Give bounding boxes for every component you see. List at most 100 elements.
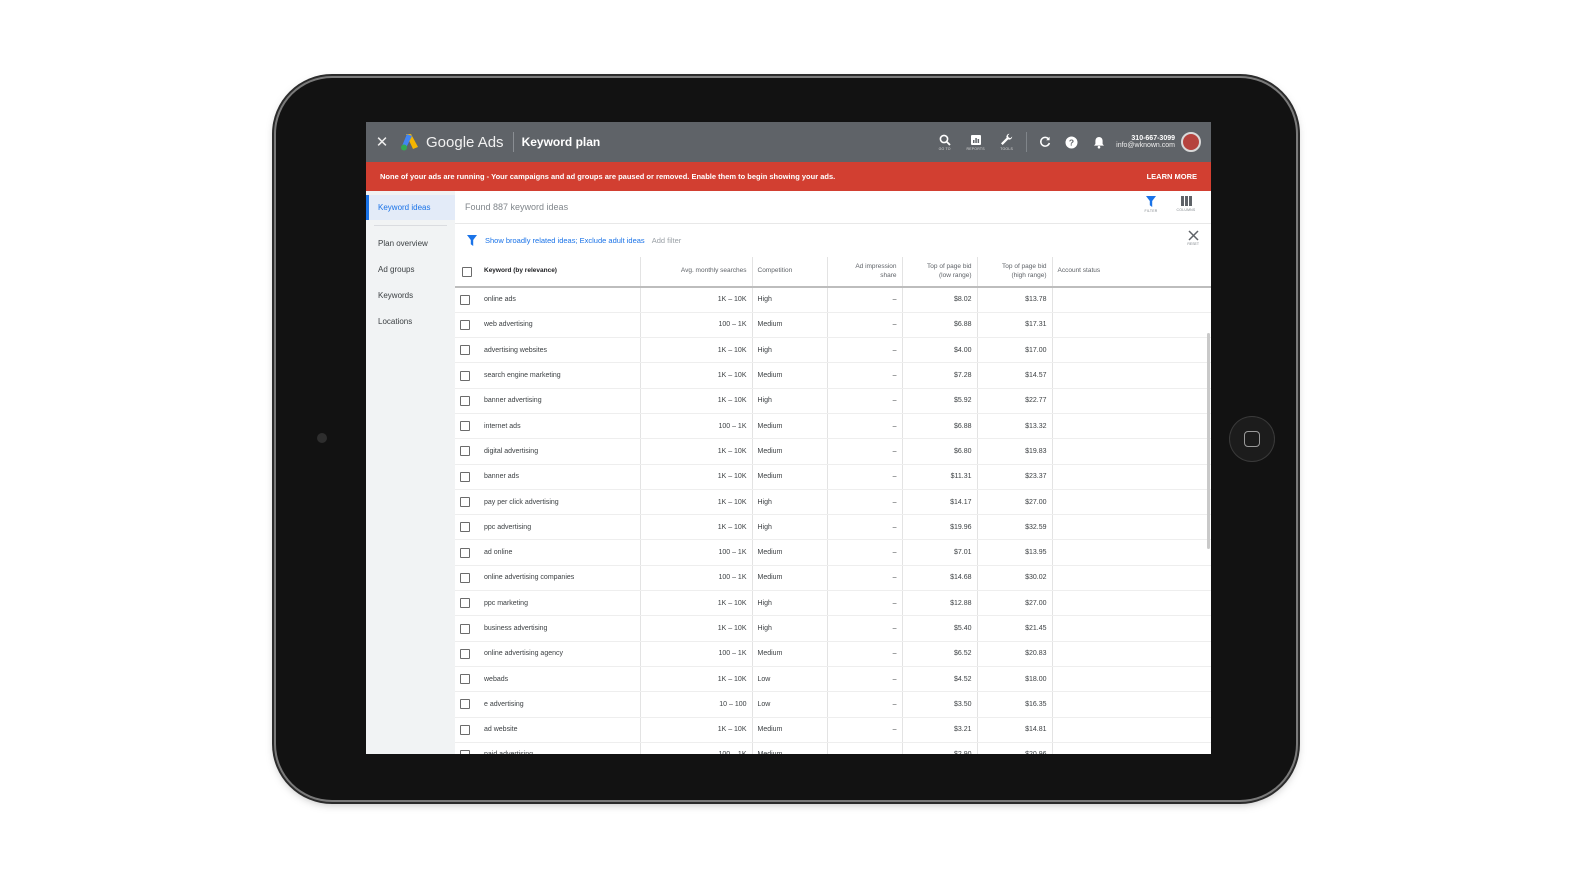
table-row[interactable]: internet ads 100 – 1K Medium – $6.88 $13.32 bbox=[455, 413, 1211, 440]
status-cell bbox=[1052, 362, 1211, 389]
select-all-checkbox[interactable] bbox=[462, 266, 472, 277]
row-checkbox[interactable] bbox=[460, 749, 470, 754]
nav-item-keyword-ideas[interactable]: Keyword ideas bbox=[366, 195, 455, 220]
row-checkbox[interactable] bbox=[460, 421, 470, 432]
table-row[interactable]: ad website 1K – 10K Medium – $3.21 $14.81 bbox=[455, 717, 1211, 743]
nav-item-ad-groups[interactable]: Ad groups bbox=[366, 260, 455, 286]
table-row[interactable]: banner advertising 1K – 10K High – $5.92 $22.… bbox=[455, 388, 1211, 414]
row-checkbox[interactable] bbox=[460, 522, 470, 533]
row-checkbox[interactable] bbox=[460, 446, 470, 457]
row-checkbox[interactable] bbox=[460, 623, 470, 634]
table-row[interactable]: web advertising 100 – 1K Medium – $6.88 $17.3… bbox=[455, 312, 1211, 339]
keyword-cell: online advertising companies bbox=[479, 565, 641, 592]
header-keyword[interactable]: Keyword (by relevance) bbox=[479, 257, 641, 288]
header-impression-share[interactable]: Ad impression share bbox=[827, 257, 903, 288]
nav-item-keywords[interactable]: Keywords bbox=[366, 286, 455, 312]
competition-cell: High bbox=[752, 615, 828, 642]
nav-item-plan-overview[interactable]: Plan overview bbox=[366, 234, 455, 260]
impression-cell: – bbox=[827, 717, 903, 743]
header-searches[interactable]: Avg. monthly searches bbox=[640, 257, 753, 288]
reports-button[interactable]: REPORTS bbox=[960, 134, 991, 151]
row-checkbox[interactable] bbox=[460, 319, 470, 330]
table-row[interactable]: webads 1K – 10K Low – $4.52 $18.00 bbox=[455, 666, 1211, 693]
bid-high-cell: $22.77 bbox=[977, 388, 1053, 414]
row-checkbox[interactable] bbox=[460, 471, 470, 482]
active-filter-chip[interactable]: Show broadly related ideas; Exclude adul… bbox=[485, 236, 645, 245]
searches-cell: 1K – 10K bbox=[640, 666, 753, 693]
row-checkbox[interactable] bbox=[460, 572, 470, 583]
header-account-status[interactable]: Account status bbox=[1052, 257, 1211, 288]
table-row[interactable]: e advertising 10 – 100 Low – $3.50 $16.35 bbox=[455, 691, 1211, 718]
reset-label: RESET bbox=[1187, 242, 1199, 246]
table-row[interactable]: advertising websites 1K – 10K High – $4.00 $1… bbox=[455, 337, 1211, 364]
table-row[interactable]: paid advertising100 – 1KMedium–$2.90$20.… bbox=[455, 742, 1211, 754]
nav-item-locations[interactable]: Locations bbox=[366, 312, 455, 338]
close-icon bbox=[1188, 230, 1199, 241]
status-cell bbox=[1052, 565, 1211, 592]
table-row[interactable]: search engine marketing 1K – 10K Medium – $7… bbox=[455, 362, 1211, 389]
row-checkbox[interactable] bbox=[460, 497, 470, 508]
row-checkbox[interactable] bbox=[460, 648, 470, 659]
row-checkbox[interactable] bbox=[460, 395, 470, 406]
status-cell bbox=[1052, 388, 1211, 414]
home-button[interactable] bbox=[1229, 416, 1275, 462]
bid-high-cell: $19.83 bbox=[977, 438, 1053, 465]
filter-button[interactable]: FILTER bbox=[1138, 196, 1164, 213]
row-checkbox[interactable] bbox=[460, 370, 470, 381]
columns-button[interactable]: COLUMNS bbox=[1173, 196, 1199, 212]
close-icon[interactable]: ✕ bbox=[366, 133, 398, 151]
tools-label: TOOLS bbox=[1000, 147, 1014, 151]
reset-button[interactable]: RESET bbox=[1187, 230, 1199, 246]
account-info[interactable]: 310-667-3099 info@wknown.com bbox=[1116, 135, 1175, 149]
row-checkbox[interactable] bbox=[460, 699, 470, 710]
header-impression-line1: Ad impression bbox=[855, 263, 897, 271]
table-row[interactable]: ad online 100 – 1K Medium – $7.01 $13.95 bbox=[455, 539, 1211, 566]
table-row[interactable]: ppc marketing 1K – 10K High – $12.88 $27.00 bbox=[455, 590, 1211, 617]
status-cell bbox=[1052, 312, 1211, 339]
notifications-button[interactable] bbox=[1085, 136, 1112, 149]
table-row[interactable]: banner ads 1K – 10K Medium – $11.31 $23.37 bbox=[455, 464, 1211, 490]
table-row[interactable]: online ads 1K – 10K High – $8.02 $13.78 bbox=[455, 287, 1211, 313]
table-row[interactable]: pay per click advertising 1K – 10K High – $1… bbox=[455, 489, 1211, 516]
header-bid-low[interactable]: Top of page bid (low range) bbox=[902, 257, 978, 288]
bid-low-cell: $4.00 bbox=[902, 337, 978, 364]
alert-banner: None of your ads are running - Your camp… bbox=[366, 162, 1211, 191]
header-bid-high[interactable]: Top of page bid (high range) bbox=[977, 257, 1053, 288]
help-button[interactable]: ? bbox=[1058, 136, 1085, 149]
competition-cell: Medium bbox=[752, 565, 828, 592]
header-impression-line2: share bbox=[880, 271, 897, 279]
row-checkbox[interactable] bbox=[460, 547, 470, 558]
searches-cell: 1K – 10K bbox=[640, 464, 753, 490]
searches-cell: 100 – 1K bbox=[640, 539, 753, 566]
table-row[interactable]: business advertising 1K – 10K High – $5.40 $2… bbox=[455, 615, 1211, 642]
row-checkbox[interactable] bbox=[460, 724, 470, 735]
searches-cell: 1K – 10K bbox=[640, 489, 753, 516]
row-checkbox[interactable] bbox=[460, 674, 470, 685]
header-bid-high-line1: Top of page bid bbox=[1002, 263, 1047, 271]
table-scrollbar[interactable] bbox=[1207, 333, 1210, 549]
refresh-button[interactable] bbox=[1031, 136, 1058, 148]
bid-low-cell: $8.02 bbox=[902, 287, 978, 313]
status-cell bbox=[1052, 615, 1211, 642]
table-row[interactable]: online advertising agency 100 – 1K Medium –… bbox=[455, 641, 1211, 667]
table-row[interactable]: ppc advertising 1K – 10K High – $19.96 $32.59 bbox=[455, 514, 1211, 541]
keyword-cell: ppc marketing bbox=[479, 590, 641, 617]
learn-more-link[interactable]: LEARN MORE bbox=[1147, 172, 1197, 181]
table-row[interactable]: online advertising companies 100 – 1K Medi… bbox=[455, 565, 1211, 592]
row-checkbox[interactable] bbox=[460, 294, 470, 305]
tools-button[interactable]: TOOLS bbox=[991, 133, 1022, 151]
row-checkbox[interactable] bbox=[460, 598, 470, 609]
header-bid-low-line2: (low range) bbox=[938, 271, 972, 279]
bid-high-cell: $13.32 bbox=[977, 413, 1053, 440]
add-filter-link[interactable]: Add filter bbox=[652, 236, 682, 245]
table-row[interactable]: digital advertising 1K – 10K Medium – $6.80 $… bbox=[455, 438, 1211, 465]
avatar[interactable] bbox=[1181, 132, 1201, 152]
bid-low-cell: $6.52 bbox=[902, 641, 978, 667]
goto-button[interactable]: GO TO bbox=[929, 134, 960, 151]
competition-cell: High bbox=[752, 388, 828, 414]
competition-cell: High bbox=[752, 337, 828, 364]
bid-high-cell: $27.00 bbox=[977, 489, 1053, 516]
row-checkbox[interactable] bbox=[460, 345, 470, 356]
status-cell bbox=[1052, 717, 1211, 743]
header-competition[interactable]: Competition bbox=[752, 257, 828, 288]
